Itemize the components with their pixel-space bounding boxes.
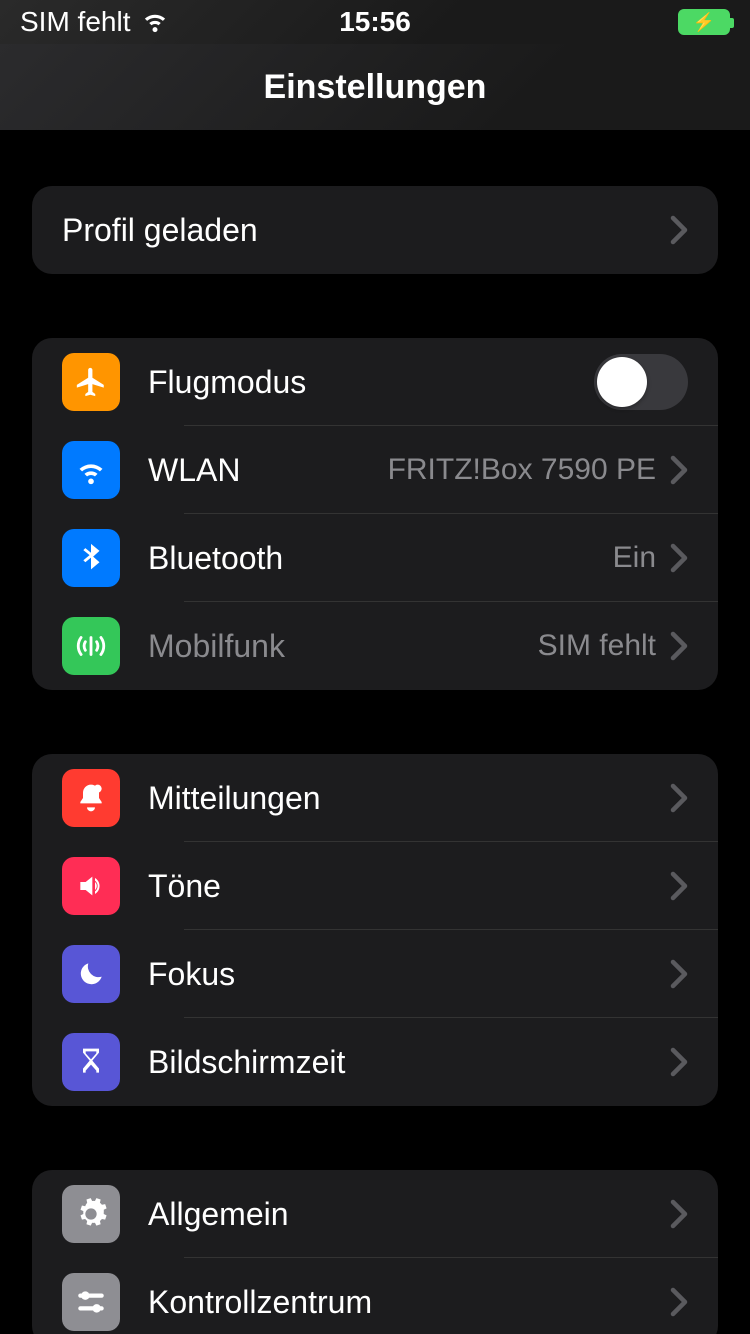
- carrier-text: SIM fehlt: [20, 6, 130, 38]
- nav-bar: Einstellungen: [0, 44, 750, 130]
- wifi-status-icon: [140, 4, 170, 41]
- group-profile: Profil geladen: [32, 186, 718, 274]
- airplane-label: Flugmodus: [148, 364, 594, 401]
- airplane-toggle[interactable]: [594, 354, 688, 410]
- chevron-right-icon: [670, 455, 688, 485]
- bell-icon: [62, 769, 120, 827]
- wlan-label: WLAN: [148, 452, 388, 489]
- chevron-right-icon: [670, 215, 688, 245]
- chevron-right-icon: [670, 959, 688, 989]
- page-title: Einstellungen: [264, 68, 487, 107]
- settings-scroll[interactable]: Profil geladen Flugmodus WLAN FRITZ!Box …: [0, 130, 750, 1334]
- row-wlan[interactable]: WLAN FRITZ!Box 7590 PE: [32, 426, 718, 514]
- row-focus[interactable]: Fokus: [32, 930, 718, 1018]
- cellular-label: Mobilfunk: [148, 628, 538, 665]
- cellular-icon: [62, 617, 120, 675]
- row-general[interactable]: Allgemein: [32, 1170, 718, 1258]
- controlcenter-label: Kontrollzentrum: [148, 1284, 670, 1321]
- row-control-center[interactable]: Kontrollzentrum: [32, 1258, 718, 1334]
- moon-icon: [62, 945, 120, 1003]
- clock: 15:56: [339, 6, 411, 38]
- row-bluetooth[interactable]: Bluetooth Ein: [32, 514, 718, 602]
- chevron-right-icon: [670, 1287, 688, 1317]
- group-connectivity: Flugmodus WLAN FRITZ!Box 7590 PE Bluetoo…: [32, 338, 718, 690]
- sounds-label: Töne: [148, 868, 670, 905]
- status-bar: SIM fehlt 15:56 ⚡: [0, 0, 750, 44]
- cellular-detail: SIM fehlt: [538, 629, 656, 663]
- screentime-label: Bildschirmzeit: [148, 1044, 670, 1081]
- hourglass-icon: [62, 1033, 120, 1091]
- speaker-icon: [62, 857, 120, 915]
- row-airplane-mode[interactable]: Flugmodus: [32, 338, 718, 426]
- chevron-right-icon: [670, 871, 688, 901]
- chevron-right-icon: [670, 1047, 688, 1077]
- row-profile-loaded[interactable]: Profil geladen: [32, 186, 718, 274]
- bluetooth-icon: [62, 529, 120, 587]
- row-sounds[interactable]: Töne: [32, 842, 718, 930]
- chevron-right-icon: [670, 783, 688, 813]
- row-screentime[interactable]: Bildschirmzeit: [32, 1018, 718, 1106]
- chevron-right-icon: [670, 631, 688, 661]
- profile-label: Profil geladen: [62, 212, 670, 249]
- focus-label: Fokus: [148, 956, 670, 993]
- row-cellular[interactable]: Mobilfunk SIM fehlt: [32, 602, 718, 690]
- general-label: Allgemein: [148, 1196, 670, 1233]
- wlan-detail: FRITZ!Box 7590 PE: [388, 453, 656, 487]
- chevron-right-icon: [670, 543, 688, 573]
- battery-charging-icon: ⚡: [678, 9, 730, 35]
- notifications-label: Mitteilungen: [148, 780, 670, 817]
- airplane-icon: [62, 353, 120, 411]
- sliders-icon: [62, 1273, 120, 1331]
- row-notifications[interactable]: Mitteilungen: [32, 754, 718, 842]
- wifi-icon: [62, 441, 120, 499]
- group-notifications: Mitteilungen Töne Fokus Bildschirmzeit: [32, 754, 718, 1106]
- chevron-right-icon: [670, 1199, 688, 1229]
- group-general: Allgemein Kontrollzentrum: [32, 1170, 718, 1334]
- bluetooth-detail: Ein: [613, 541, 656, 575]
- gear-icon: [62, 1185, 120, 1243]
- bluetooth-label: Bluetooth: [148, 540, 613, 577]
